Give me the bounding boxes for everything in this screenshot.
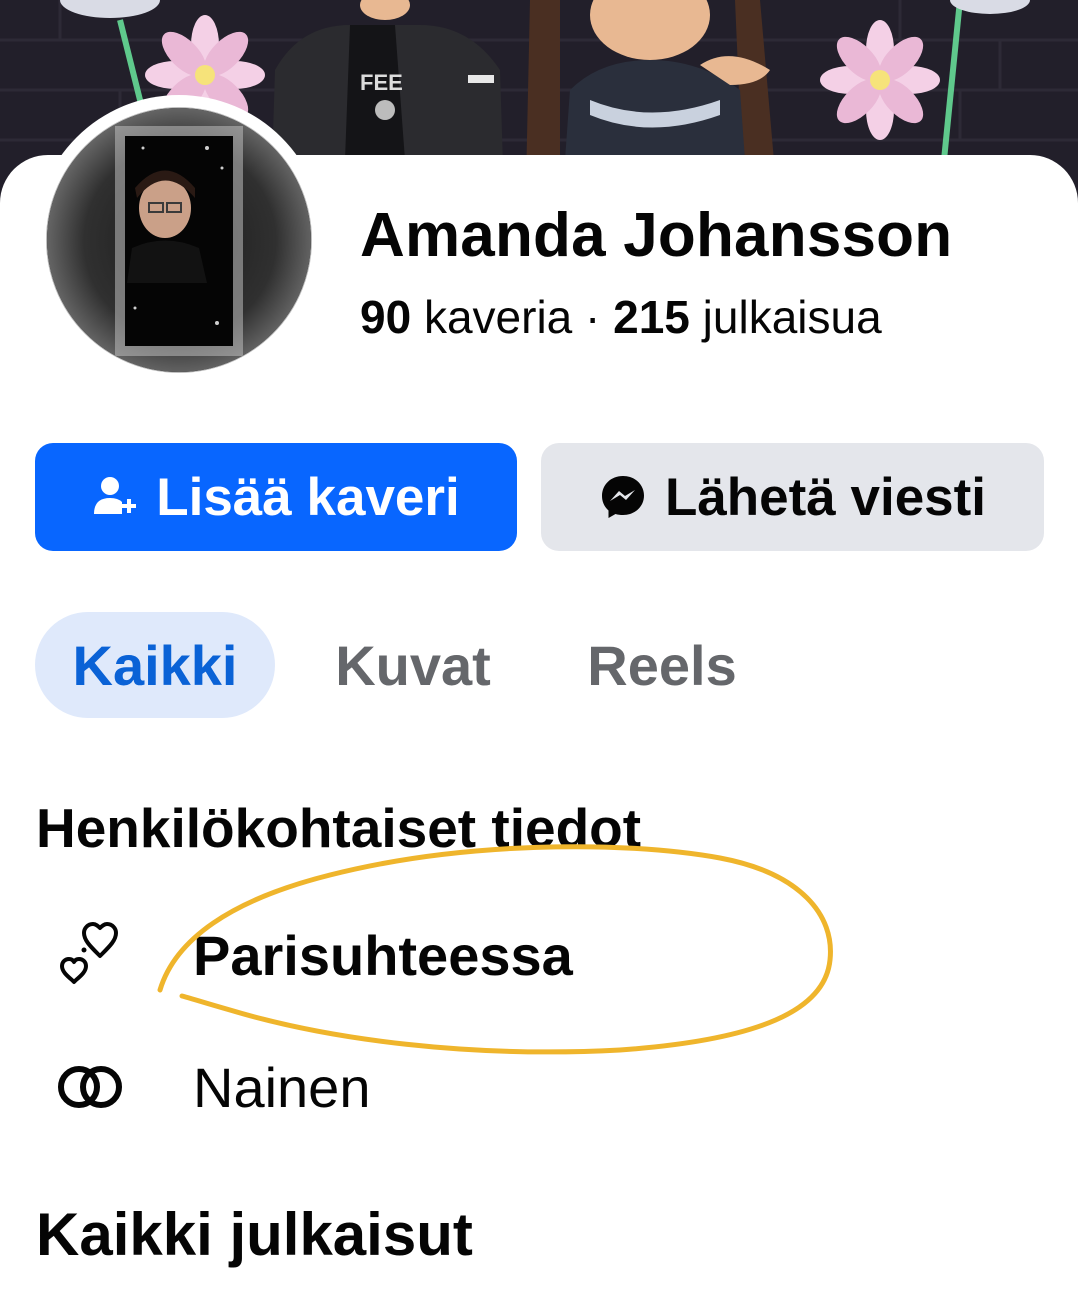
send-message-label: Lähetä viesti xyxy=(664,467,987,527)
all-posts-title: Kaikki julkaisut xyxy=(36,1201,473,1268)
relationship-status: Parisuhteessa xyxy=(193,923,573,987)
stats-separator: · xyxy=(585,291,601,343)
profile-name: Amanda Johansson xyxy=(360,201,953,270)
tab-all[interactable]: Kaikki xyxy=(35,612,275,718)
add-friend-icon xyxy=(92,474,138,520)
profile-page: FEE Amanda Johansson 90 kaveria · 215 ju… xyxy=(0,0,1078,1309)
hearts-icon xyxy=(50,920,145,990)
friends-label[interactable]: kaveria xyxy=(424,291,572,343)
avatar[interactable] xyxy=(46,107,312,373)
gender-icon xyxy=(50,1052,145,1122)
add-friend-button[interactable]: Lisää kaveri xyxy=(35,443,517,551)
info-row-relationship: Parisuhteessa xyxy=(50,920,573,990)
posts-label: julkaisua xyxy=(702,291,882,343)
tab-photos[interactable]: Kuvat xyxy=(320,612,506,718)
svg-text:FEE: FEE xyxy=(360,70,403,95)
add-friend-label: Lisää kaveri xyxy=(156,467,460,527)
send-message-button[interactable]: Lähetä viesti xyxy=(541,443,1044,551)
friends-count[interactable]: 90 xyxy=(360,291,411,343)
info-row-gender: Nainen xyxy=(50,1052,370,1122)
posts-count: 215 xyxy=(613,291,690,343)
gender-value: Nainen xyxy=(193,1055,371,1119)
tab-reels[interactable]: Reels xyxy=(570,612,754,718)
messenger-icon xyxy=(599,473,647,521)
profile-stats: 90 kaveria · 215 julkaisua xyxy=(360,290,882,344)
personal-info-title: Henkilökohtaiset tiedot xyxy=(36,797,642,859)
